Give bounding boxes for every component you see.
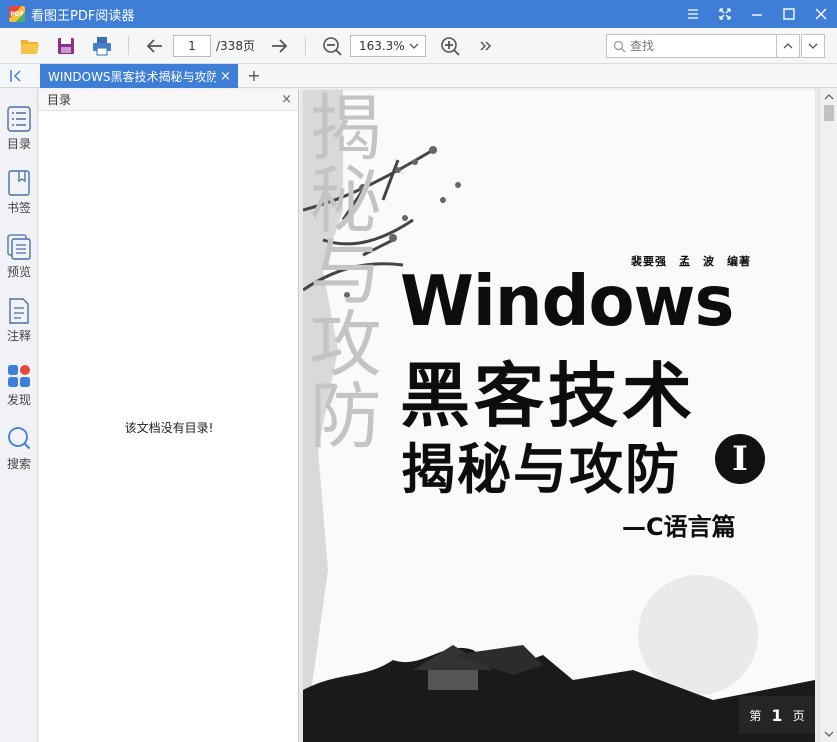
tab-document-label: WINDOWS黑客技术揭秘与攻防 — [48, 69, 216, 84]
arrow-right-icon — [271, 38, 288, 53]
cover-title-line3: 揭秘与攻防 — [401, 437, 681, 501]
discover-icon — [8, 365, 30, 387]
toolbar-divider — [304, 36, 306, 55]
window-title: 看图王PDF阅读器 — [31, 8, 135, 24]
toolbar-divider — [128, 36, 129, 55]
tab-document[interactable]: WINDOWS黑客技术揭秘与攻防 × — [40, 64, 238, 88]
search-icon — [613, 40, 626, 52]
page-indicator: 第 1 页 — [739, 696, 815, 734]
cover-watermark-calligraphy: 揭秘与攻防 — [303, 90, 381, 450]
collapse-left-icon — [10, 70, 21, 82]
pdf-page: 揭秘与攻防 裴要强 孟 波 编著 Windows 黑客技术 揭秘与攻防 I —C… — [303, 90, 815, 742]
outline-empty-message: 该文档没有目录! — [124, 421, 214, 435]
print-button[interactable] — [84, 31, 120, 61]
sidebar-item-label: 预览 — [6, 265, 31, 279]
sidebar-item-discover[interactable]: 发现 — [0, 361, 38, 419]
search-input[interactable] — [630, 39, 770, 53]
title-bar: PDF 看图王PDF阅读器 — [0, 0, 837, 28]
window-controls — [677, 0, 837, 28]
chevron-down-icon — [409, 43, 419, 49]
cover-title-windows: Windows — [400, 260, 734, 342]
sidebar-item-search[interactable]: 搜索 — [0, 425, 38, 483]
add-tab-button[interactable]: + — [245, 66, 263, 86]
zoom-select[interactable]: 163.3% — [349, 34, 426, 57]
page-indicator-number: 1 — [771, 705, 783, 725]
arrow-left-icon — [146, 38, 162, 53]
sidebar-item-label: 发现 — [6, 393, 31, 407]
save-icon — [58, 37, 74, 54]
outline-icon — [7, 106, 31, 132]
cover-volume-badge: I — [715, 434, 765, 484]
scrollbar-thumb[interactable] — [824, 105, 834, 121]
search-next-button[interactable] — [801, 34, 825, 58]
page-number-input[interactable]: 1 — [173, 34, 211, 57]
zoom-out-button[interactable] — [314, 31, 350, 61]
cover-subtitle: —C语言篇 — [622, 513, 736, 541]
search-box[interactable] — [606, 34, 777, 58]
annotation-icon — [9, 298, 29, 324]
fullscreen-icon — [719, 8, 731, 20]
collapse-sidebar-button[interactable] — [8, 68, 26, 84]
preview-icon — [7, 234, 31, 260]
sidebar-item-preview[interactable]: 预览 — [0, 233, 38, 291]
outline-panel-title: 目录 — [47, 93, 72, 107]
chevron-down-icon — [808, 43, 818, 49]
main-toolbar: 1 /338页 163.3% — [0, 28, 837, 64]
vertical-scrollbar[interactable] — [819, 89, 837, 742]
fullscreen-button[interactable] — [709, 0, 741, 28]
next-page-button[interactable] — [261, 31, 297, 61]
zoom-out-icon — [323, 36, 342, 56]
app-logo-icon: PDF — [9, 6, 25, 22]
menu-button[interactable] — [677, 0, 709, 28]
page-indicator-prefix: 第 — [749, 708, 762, 723]
page-total: /338页 — [216, 39, 255, 53]
printer-icon — [93, 36, 111, 55]
more-tools-button[interactable] — [468, 31, 504, 61]
bookmark-icon — [8, 170, 30, 196]
close-icon — [815, 8, 827, 20]
menu-icon — [688, 9, 698, 19]
minimize-button[interactable] — [741, 0, 773, 28]
folder-open-icon — [21, 39, 39, 54]
maximize-button[interactable] — [773, 0, 805, 28]
maximize-icon — [783, 8, 795, 20]
outline-close-button[interactable]: × — [281, 92, 292, 107]
page-indicator-suffix: 页 — [792, 708, 805, 723]
tab-bar: WINDOWS黑客技术揭秘与攻防 × + — [0, 64, 837, 88]
zoom-value: 163.3% — [358, 38, 405, 53]
sidebar-item-label: 搜索 — [6, 457, 31, 471]
open-file-button[interactable] — [12, 31, 48, 61]
save-button[interactable] — [48, 31, 84, 61]
scroll-up-icon[interactable] — [823, 92, 835, 102]
sidebar-item-label: 书签 — [6, 201, 31, 215]
search-prev-button[interactable] — [776, 34, 800, 58]
previous-page-button[interactable] — [137, 31, 173, 61]
sidebar-item-bookmark[interactable]: 书签 — [0, 169, 38, 227]
sidebar-item-annotation[interactable]: 注释 — [0, 297, 38, 355]
outline-panel-header: 目录 × — [39, 89, 298, 111]
sidebar-item-label: 目录 — [6, 137, 31, 151]
double-chevron-right-icon — [480, 40, 492, 51]
close-window-button[interactable] — [805, 0, 837, 28]
zoom-in-icon — [441, 36, 460, 56]
sidebar: 目录 书签 预览 注释 发现 搜索 — [0, 89, 38, 742]
minimize-icon — [752, 14, 762, 16]
tab-close-button[interactable]: × — [220, 69, 231, 84]
scroll-down-icon[interactable] — [823, 729, 835, 739]
zoom-in-button[interactable] — [432, 31, 468, 61]
sidebar-item-label: 注释 — [6, 329, 31, 343]
document-view[interactable]: 揭秘与攻防 裴要强 孟 波 编著 Windows 黑客技术 揭秘与攻防 I —C… — [300, 89, 837, 742]
outline-panel: 目录 × 该文档没有目录! — [39, 89, 299, 742]
search-icon — [8, 427, 31, 450]
sidebar-item-outline[interactable]: 目录 — [0, 105, 38, 163]
chevron-up-icon — [783, 43, 793, 49]
